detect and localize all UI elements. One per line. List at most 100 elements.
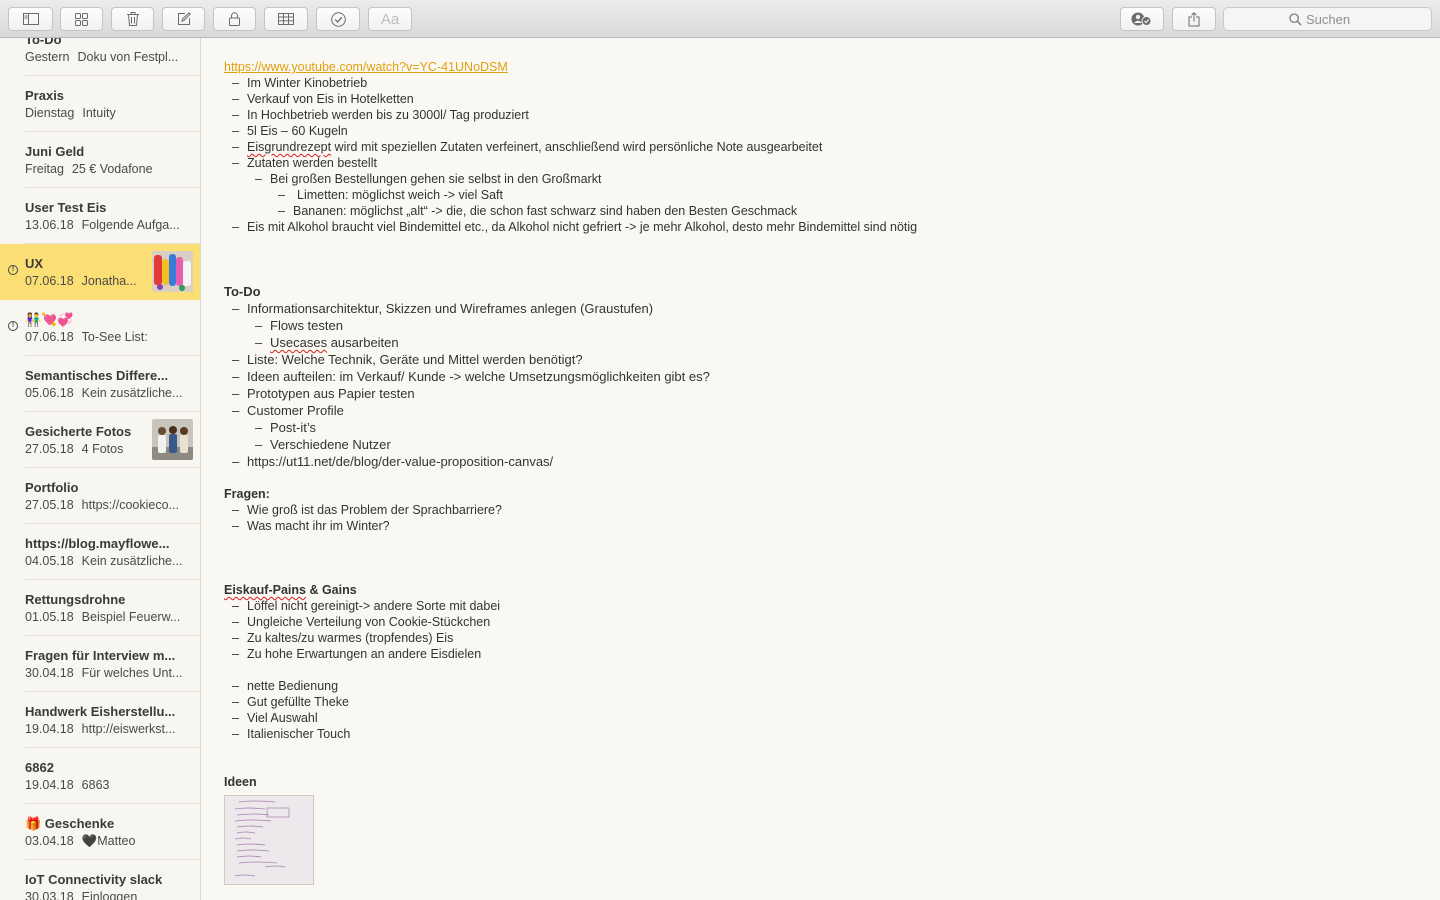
- list-item: nette Bedienung: [247, 679, 339, 693]
- note-subtitle: 05.06.18 Kein zusätzliche...: [25, 386, 190, 400]
- note-content[interactable]: https://www.youtube.com/watch?v=YC-41UNo…: [224, 59, 1424, 885]
- list-item: Was macht ihr im Winter?: [247, 519, 390, 533]
- list-item: Zu hohe Erwartungen an andere Eisdielen: [247, 647, 482, 661]
- note-title: Semantisches Differe...: [25, 368, 169, 383]
- note-subtitle: 30.04.18 Für welches Unt...: [25, 666, 190, 680]
- gallery-view-button[interactable]: [60, 7, 103, 31]
- note-title: https://blog.mayflowe...: [25, 536, 170, 551]
- list-dash: –: [232, 124, 239, 138]
- note-list-item[interactable]: User Test Eis 13.06.18 Folgende Aufga...: [0, 188, 200, 244]
- note-list-item[interactable]: Praxis Dienstag Intuity: [0, 76, 200, 132]
- list-dash: –: [232, 454, 240, 469]
- search-input[interactable]: [1302, 11, 1366, 27]
- note-date: 03.04.18: [25, 834, 74, 848]
- note-list-item[interactable]: Gesicherte Fotos 27.05.18 4 Fotos: [0, 412, 200, 468]
- note-list-item[interactable]: 🎁 Geschenke 03.04.18 🖤Matteo: [0, 804, 200, 860]
- note-date: 07.06.18: [25, 274, 74, 288]
- note-list-item[interactable]: Rettungsdrohne 01.05.18 Beispiel Feuerw...: [0, 580, 200, 636]
- note-list-item[interactable]: 6862 19.04.18 6863: [0, 748, 200, 804]
- note-subtitle: 27.05.18 https://cookieco...: [25, 498, 190, 512]
- note-list-item[interactable]: Portfolio 27.05.18 https://cookieco...: [0, 468, 200, 524]
- note-preview: Für welches Unt...: [81, 666, 183, 680]
- note-subtitle: 13.06.18 Folgende Aufga...: [25, 218, 190, 232]
- note-list-item[interactable]: IoT Connectivity slack 30.03.18 Einloggen: [0, 860, 200, 900]
- list-dash: –: [255, 172, 262, 186]
- table-icon: [278, 13, 294, 25]
- note-title: Juni Geld: [25, 144, 85, 159]
- list-item: Ideen aufteilen: im Verkauf/ Kunde -> we…: [247, 369, 710, 384]
- list-item: Post-it’s: [270, 420, 316, 435]
- new-note-button[interactable]: [162, 7, 205, 31]
- list-item: Zutaten werden bestellt: [247, 156, 377, 170]
- note-date: 19.04.18: [25, 722, 74, 736]
- list-dash: –: [232, 140, 239, 154]
- note-list-item[interactable]: To-Do Gestern Doku von Festpl...: [0, 38, 200, 76]
- add-people-icon: [1131, 12, 1152, 26]
- note-preview: Intuity: [82, 106, 116, 120]
- sketch-image-attachment[interactable]: [224, 795, 314, 885]
- canvas-link[interactable]: https://ut11.net/de/blog/der-value-propo…: [247, 454, 553, 469]
- compose-icon: [177, 12, 191, 25]
- list-dash: –: [232, 711, 239, 725]
- list-item: In Hochbetrieb werden bis zu 3000l/ Tag …: [247, 108, 529, 122]
- list-dash: –: [232, 386, 240, 401]
- note-subtitle: 19.04.18 http://eiswerkst...: [25, 722, 190, 736]
- misspelled-word: Usecases: [270, 335, 328, 350]
- list-dash: –: [232, 503, 239, 517]
- list-item: Customer Profile: [247, 403, 344, 418]
- note-date: Freitag: [25, 162, 64, 176]
- note-subtitle: 07.06.18 To-See List:: [25, 330, 190, 344]
- add-people-button[interactable]: [1120, 7, 1164, 31]
- list-dash: –: [232, 647, 239, 661]
- note-title: Handwerk Eisherstellu...: [25, 704, 176, 719]
- sidebar-icon: [22, 13, 39, 25]
- note-list-item[interactable]: ! 👫💘💞 07.06.18 To-See List:: [0, 300, 200, 356]
- lock-note-button[interactable]: [213, 7, 256, 31]
- list-item: Im Winter Kinobetrieb: [247, 76, 368, 90]
- share-icon: [1188, 11, 1200, 26]
- note-list-item[interactable]: https://blog.mayflowe... 04.05.18 Kein zus…: [0, 524, 200, 580]
- format-button[interactable]: Aa: [368, 7, 412, 31]
- list-item: Wie groß ist das Problem der Sprachbarri…: [247, 503, 502, 517]
- note-title: Gesicherte Fotos: [25, 424, 132, 439]
- note-list-item[interactable]: Semantisches Differe... 05.06.18 Kein zusä…: [0, 356, 200, 412]
- toolbar: Aa: [0, 0, 1440, 38]
- list-dash: –: [232, 92, 239, 106]
- note-preview: Doku von Festpl...: [77, 50, 179, 64]
- note-date: 30.03.18: [25, 890, 74, 900]
- note-preview: Beispiel Feuerw...: [81, 610, 181, 624]
- note-date: 30.04.18: [25, 666, 74, 680]
- note-list-item[interactable]: Handwerk Eisherstellu... 19.04.18 http://e…: [0, 692, 200, 748]
- list-item: wird mit speziellen Zutaten verfeinert, …: [331, 140, 823, 154]
- section-heading: To-Do: [224, 284, 261, 299]
- search-field[interactable]: [1223, 7, 1432, 31]
- list-dash: –: [278, 188, 285, 202]
- note-title: Praxis: [25, 88, 65, 103]
- note-list-item[interactable]: Fragen für Interview m... 30.04.18 Für wel…: [0, 636, 200, 692]
- note-date: 01.05.18: [25, 610, 74, 624]
- note-title: Rettungsdrohne: [25, 592, 126, 607]
- list-dash: –: [255, 318, 263, 333]
- note-list-item[interactable]: Juni Geld Freitag 25 € Vodafone: [0, 132, 200, 188]
- list-dash: –: [255, 335, 263, 350]
- toggle-sidebar-button[interactable]: [8, 7, 53, 31]
- share-button[interactable]: [1172, 7, 1216, 31]
- trash-icon: [126, 12, 139, 26]
- section-heading: Fragen:: [224, 487, 270, 501]
- note-preview: Jonatha...: [81, 274, 137, 288]
- list-dash: –: [232, 519, 239, 533]
- insert-table-button[interactable]: [264, 7, 308, 31]
- note-preview: To-See List:: [81, 330, 148, 344]
- checklist-button[interactable]: [316, 7, 360, 31]
- list-dash: –: [232, 108, 239, 122]
- notes-sidebar: To-Do Gestern Doku von Festpl... Praxis Dien…: [0, 38, 201, 900]
- note-thumbnail: [152, 251, 193, 292]
- note-list-item[interactable]: ! UX 07.06.18 Jonatha...: [0, 244, 200, 300]
- note-subtitle: Gestern Doku von Festpl...: [25, 50, 190, 64]
- youtube-link[interactable]: https://www.youtube.com/watch?v=YC-41UNo…: [224, 60, 508, 74]
- note-subtitle: 27.05.18 4 Fotos: [25, 442, 147, 456]
- list-item: Löffel nicht gereinigt-> andere Sorte mi…: [247, 599, 501, 613]
- note-subtitle: Dienstag Intuity: [25, 106, 190, 120]
- delete-note-button[interactable]: [111, 7, 154, 31]
- note-editor[interactable]: https://www.youtube.com/watch?v=YC-41UNo…: [201, 38, 1440, 900]
